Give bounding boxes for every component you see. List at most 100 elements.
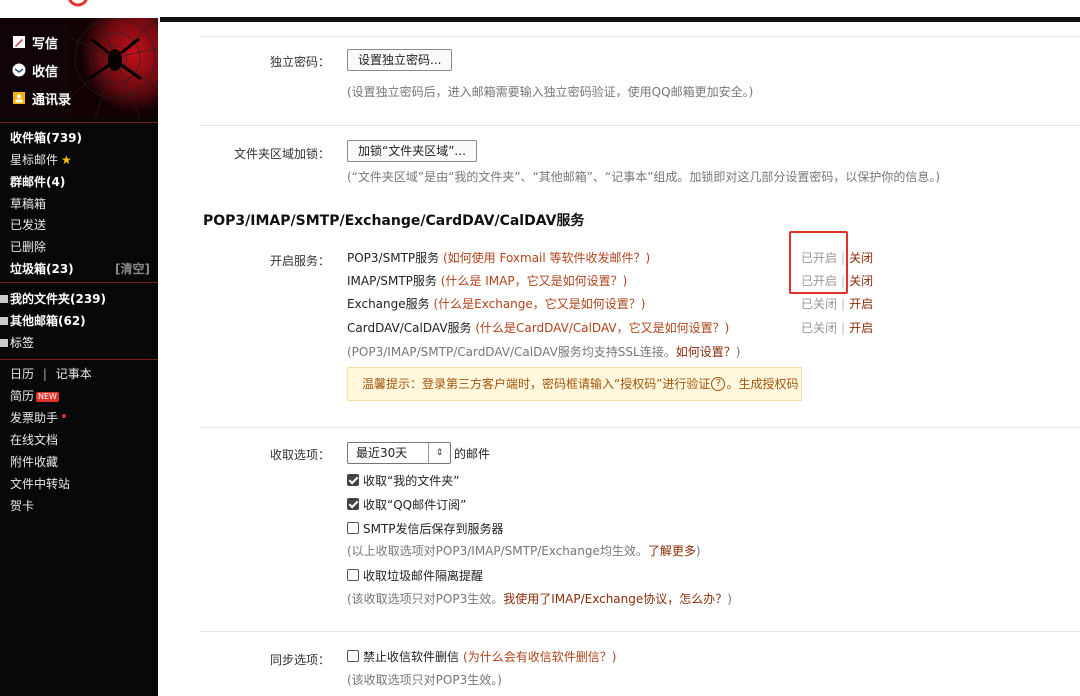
service-row-carddav: CardDAV/CalDAV服务 (什么是CardDAV/CalDAV，它又是如… [347,319,729,337]
sidebar-item-cards[interactable]: 贺卡 [10,496,150,516]
learn-more-link[interactable]: 了解更多 [648,544,696,558]
ssl-hint-text: (POP3/IMAP/SMTP/CardDAV/CalDAV服务均支持SSL连接… [347,345,676,359]
sidebar-item-spam[interactable]: 垃圾箱(23) [清空] [10,259,150,279]
option-prevent-delete[interactable]: 禁止收信软件删信 (为什么会有收信软件删信？) [347,647,616,665]
contacts-button[interactable]: 通讯录 [12,88,71,108]
exchange-help-link[interactable]: (什么是Exchange，它又是如何设置？) [433,297,645,311]
top-strip [0,0,1080,18]
transfer-label: 文件中转站 [10,477,71,491]
notepad-link[interactable]: 记事本 [56,367,92,381]
exchange-toggle-link[interactable]: 开启 [849,297,873,311]
foxmail-help-link[interactable]: (如何使用 Foxmail 等软件收发邮件？) [443,251,650,265]
sidebar-item-starred[interactable]: 星标邮件 ★ [10,150,150,170]
sync-options-label: 同步选项： [269,653,330,667]
sidebar-item-resume[interactable]: 简历 NEW [10,386,150,406]
checkbox-checked-icon[interactable] [347,474,359,486]
settings-panel: 独立密码： 设置独立密码... (设置独立密码后，进入邮箱需要输入独立密码验证，… [160,22,1080,696]
folder-lock-label: 文件夹区域加锁： [233,147,330,161]
invoice-label: 发票助手 [10,411,59,425]
receive-button[interactable]: 收信 [12,60,58,80]
hint-tail: ) [727,592,732,606]
service-name: POP3/SMTP服务 [347,251,440,265]
folder-lock-hint: (“文件夹区域”是由“我的文件夹”、“其他邮箱”、“记事本”组成。加锁即对这几部… [347,170,941,184]
hint-tail: ) [695,544,701,558]
calendar-link[interactable]: 日历 [10,367,34,381]
ssl-setup-link[interactable]: 如何设置？ [676,345,736,359]
hint-text: (以上收取选项对POP3/IMAP/SMTP/Exchange均生效。 [347,544,648,558]
sidebar-item-my-folders[interactable]: 我的文件夹(239) [0,289,150,309]
expand-icon [0,316,8,325]
option-label: 禁止收信软件删信 [363,649,460,664]
resume-label: 简历 [10,389,35,403]
receive-period-value: 最近30天 [356,446,408,460]
sidebar-tools-row: 日历 | 记事本 [10,364,150,384]
notification-dot-icon [62,413,67,418]
service-status-exchange: 已关闭 | 开启 [801,295,873,313]
option-label: 收取“QQ邮件订阅” [363,497,467,512]
checkbox-icon[interactable] [347,522,359,534]
highlight-box [789,231,848,294]
sidebar-item-group[interactable]: 群邮件(4) [10,172,150,192]
my-folders-label: 我的文件夹(239) [10,292,107,306]
receive-period-select[interactable]: 最近30天 ⇕ [347,442,451,464]
generate-auth-code-link[interactable]: 。生成授权码 [726,377,798,391]
lock-folder-area-button[interactable]: 加锁“文件夹区域”... [347,140,477,162]
sidebar-item-attachments[interactable]: 附件收藏 [10,452,150,472]
logo-fragment-icon [68,0,88,7]
receive-hint-2: (该收取选项只对POP3生效。我使用了IMAP/Exchange协议，怎么办？) [347,590,732,607]
divider [200,427,1080,428]
drafts-label: 草稿箱 [10,197,47,211]
option-spam-reminder[interactable]: 收取垃圾邮件隔离提醒 [347,566,483,584]
sidebar-item-sent[interactable]: 已发送 [10,215,150,235]
sidebar-item-inbox[interactable]: 收件箱(739) [10,128,150,148]
divider [200,631,1080,632]
why-delete-link[interactable]: (为什么会有收信软件删信？) [463,648,616,665]
service-state: 已关闭 [801,297,838,311]
spam-label: 垃圾箱(23) [10,262,74,276]
sidebar: 写信 收信 通讯录 收件箱(739) 星标邮件 ★ 群邮件(4) 草稿箱 已发送 … [0,18,158,696]
sidebar-item-invoice[interactable]: 发票助手 [10,408,150,428]
receive-label: 收信 [32,64,59,80]
sidebar-item-transfer[interactable]: 文件中转站 [10,474,150,494]
status-separator: | [841,297,846,311]
sidebar-item-drafts[interactable]: 草稿箱 [10,194,150,214]
service-row-exchange: Exchange服务 (什么是Exchange，它又是如何设置？) [347,295,645,313]
other-mailboxes-label: 其他邮箱(62) [10,314,86,328]
help-circle-icon[interactable]: ? [711,376,726,391]
carddav-help-link[interactable]: (什么是CardDAV/CalDAV，它又是如何设置？) [475,321,729,335]
divider [200,36,1080,37]
option-qq-subscription[interactable]: 收取“QQ邮件订阅” [347,495,466,513]
option-my-folders[interactable]: 收取“我的文件夹” [347,471,459,489]
imap-toggle-link[interactable]: 关闭 [849,274,873,288]
ssl-hint-tail: ) [735,345,741,359]
imap-help-link[interactable]: (什么是 IMAP，它又是如何设置？) [441,274,628,288]
compose-button[interactable]: 写信 [12,32,58,52]
cards-label: 贺卡 [10,499,35,513]
expand-icon [0,338,8,347]
select-arrows-icon: ⇕ [428,443,450,463]
auth-code-tip: 温馨提示：登录第三方客户端时，密码框请输入“授权码”进行验证? 。生成授权码 [347,367,802,401]
set-independent-password-button[interactable]: 设置独立密码... [347,49,453,71]
sidebar-item-other-mailboxes[interactable]: 其他邮箱(62) [0,311,150,331]
imap-exchange-help-link[interactable]: 我使用了IMAP/Exchange协议，怎么办？ [503,592,727,606]
star-icon: ★ [61,153,72,167]
checkbox-checked-icon[interactable] [347,498,359,510]
carddav-toggle-link[interactable]: 开启 [849,321,873,335]
group-label: 群邮件(4) [10,175,66,189]
sidebar-item-deleted[interactable]: 已删除 [10,237,150,257]
sidebar-item-tags[interactable]: 标签 [0,333,150,353]
receive-options-label: 收取选项： [269,448,330,462]
pop3-toggle-link[interactable]: 关闭 [849,251,873,265]
tags-label: 标签 [10,336,35,350]
independent-password-hint: (设置独立密码后，进入邮箱需要输入独立密码验证，使用QQ邮箱更加安全。) [347,85,754,99]
checkbox-icon[interactable] [347,650,359,662]
sidebar-divider [0,122,158,123]
contacts-icon [12,91,26,105]
sidebar-item-docs[interactable]: 在线文档 [10,430,150,450]
spam-clear-link[interactable]: [清空] [115,259,150,279]
checkbox-icon[interactable] [347,569,359,581]
compose-label: 写信 [32,36,59,52]
contacts-label: 通讯录 [32,92,72,108]
option-smtp-save[interactable]: SMTP发信后保存到服务器 [347,519,504,537]
sidebar-divider [0,282,158,283]
